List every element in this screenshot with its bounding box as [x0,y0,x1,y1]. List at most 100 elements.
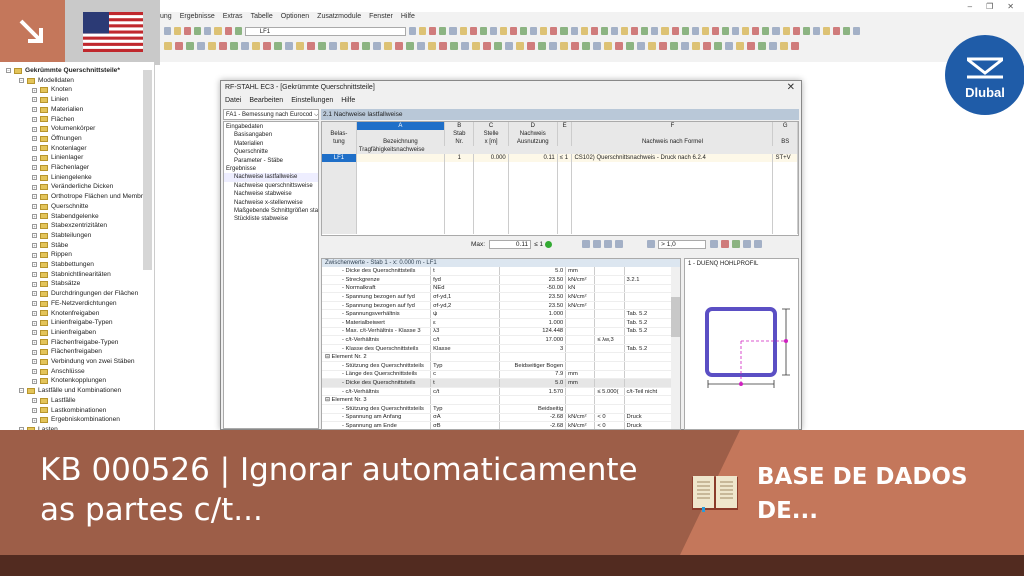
menu-item[interactable]: Tabelle [251,13,273,24]
dialog-menu-item[interactable]: Hilfe [341,97,355,104]
tree-item[interactable]: + Stabbettungen [32,260,94,270]
toolbar-button[interactable] [186,42,194,50]
tree-item[interactable]: + Lastkombinationen [32,406,106,416]
menu-item[interactable]: ung [160,13,172,24]
toolbar-button[interactable] [833,27,841,35]
tree-item[interactable]: + Linienlager [32,153,83,163]
expand-icon[interactable]: + [32,213,37,219]
dialog-menu-item[interactable]: Bearbeiten [249,97,283,104]
dialog-menu-item[interactable]: Datei [225,97,241,104]
toolbar-button[interactable] [769,42,777,50]
intermediate-row[interactable]: - Dicke des Querschnittsteils t 5.0 mm [322,378,673,388]
toolbar-button[interactable] [621,27,629,35]
toolbar-button[interactable] [230,42,238,50]
tree-item[interactable]: + Veränderliche Dicken [32,182,113,192]
column-header[interactable]: G [772,122,798,130]
select-icon[interactable] [615,240,624,248]
toolbar-button[interactable] [494,42,502,50]
expand-icon[interactable]: + [32,223,37,229]
category-label[interactable]: BASE DE DADOS DE... [757,460,1007,528]
expand-icon[interactable]: + [32,87,37,93]
toolbar-button[interactable] [406,42,414,50]
close-icon[interactable]: ✕ [787,82,795,93]
toolbar-button[interactable] [307,42,315,50]
tree-item[interactable]: + Knotenkopplungen [32,376,106,386]
menu-item[interactable]: Ergebnisse [180,13,215,24]
expand-icon[interactable]: + [32,155,37,161]
toolbar-button[interactable] [853,27,861,35]
toolbar-button[interactable] [661,27,669,35]
toolbar-button[interactable] [252,42,260,50]
expand-icon[interactable]: + [32,378,37,384]
back-arrow-button[interactable] [0,0,65,65]
expand-icon[interactable]: + [32,349,37,355]
tree-item[interactable]: + Stabexzentrizitäten [32,221,107,231]
article-title[interactable]: KB 000526 | Ignorar automaticamente as p… [40,450,640,530]
column-header[interactable]: Belas- [322,130,357,138]
toolbar-button[interactable] [681,27,689,35]
toolbar-button[interactable] [510,27,518,35]
intermediate-row[interactable]: - Klasse des Querschnittsteils Klasse 3 Tab… [322,344,673,354]
toolbar-button[interactable] [499,27,507,35]
toolbar-button[interactable] [429,27,437,35]
toolbar-button[interactable] [582,42,590,50]
toolbar-button[interactable] [782,27,790,35]
expand-icon[interactable]: + [32,272,37,278]
menu-item[interactable]: Optionen [281,13,309,24]
toolbar-button[interactable] [772,27,780,35]
toolbar-button[interactable] [714,42,722,50]
tree-item[interactable]: + Ergebniskombinationen [32,415,120,425]
toolbar-button[interactable] [615,42,623,50]
table-cell[interactable] [356,154,446,162]
expand-icon[interactable]: + [32,320,37,326]
check-icon[interactable] [710,240,719,248]
expand-icon[interactable]: + [32,136,37,142]
tree-item[interactable]: + Materialien [32,105,83,115]
toolbar-button[interactable] [263,42,271,50]
tree-item[interactable]: + Flächenfreigaben [32,347,102,357]
toolbar-button[interactable] [174,27,182,35]
expand-icon[interactable]: + [32,252,37,258]
tree-item[interactable]: + Anschlüsse [32,367,85,377]
toolbar-button[interactable] [822,27,830,35]
toolbar-button[interactable] [610,27,619,35]
expand-icon[interactable]: + [32,184,37,190]
design-case-select[interactable]: FA1 - Bemessung nach Eurocod ⌵ [223,109,319,120]
expand-icon[interactable]: + [32,116,37,122]
column-header[interactable]: B [444,122,475,130]
toolbar-button[interactable] [219,42,227,50]
column-header[interactable] [557,130,573,138]
menu-item[interactable]: Fenster [369,13,393,24]
graph-icon[interactable] [604,240,613,248]
tree-item[interactable]: − Lastfälle und Kombinationen [19,386,121,396]
intermediate-row[interactable]: - Spannung am Ende σB -2.68 kN/cm² < 0 Druck [322,421,673,429]
toolbar-button[interactable] [204,27,212,35]
intermediate-row[interactable]: - Dicke des Querschnittsteils t 5.0 mm [322,267,673,277]
tree-item[interactable]: + Lastfälle [32,396,76,406]
toolbar-button[interactable] [732,27,740,35]
expand-icon[interactable]: + [32,339,37,345]
toolbar-button[interactable] [802,27,810,35]
intermediate-scrollbar[interactable] [671,267,680,429]
dialog-menu-item[interactable]: Einstellungen [291,97,333,104]
expand-icon[interactable]: + [32,262,37,268]
expand-icon[interactable]: + [32,301,37,307]
toolbar-button[interactable] [329,42,337,50]
column-header[interactable]: BS [772,138,798,146]
toolbar-button[interactable] [792,27,800,35]
nav-item[interactable]: Materialien [224,140,318,148]
toolbar-button[interactable] [549,42,557,50]
toolbar-button[interactable] [164,42,172,50]
toolbar-button[interactable] [671,27,679,35]
intermediate-row[interactable]: - c/t-Verhältnis c/t 17.000 ≤ λw,3 [322,335,673,345]
intermediate-row[interactable]: ⊟ Element Nr. 2 [322,352,673,363]
column-header[interactable]: Bezeichnung [356,138,446,146]
toolbar-button[interactable] [641,27,649,35]
toolbar-button[interactable] [736,42,744,50]
filter-select[interactable]: > 1,0 [658,239,707,249]
toolbar-button[interactable] [417,42,425,50]
nav-item[interactable]: Eingabedaten [224,123,318,131]
intermediate-row[interactable]: - Stützung des Querschnittsteils Typ Beids… [322,361,673,371]
nav-item[interactable]: Maßgebende Schnittgrößen sta [224,207,318,215]
column-header[interactable]: Stab [444,130,475,138]
